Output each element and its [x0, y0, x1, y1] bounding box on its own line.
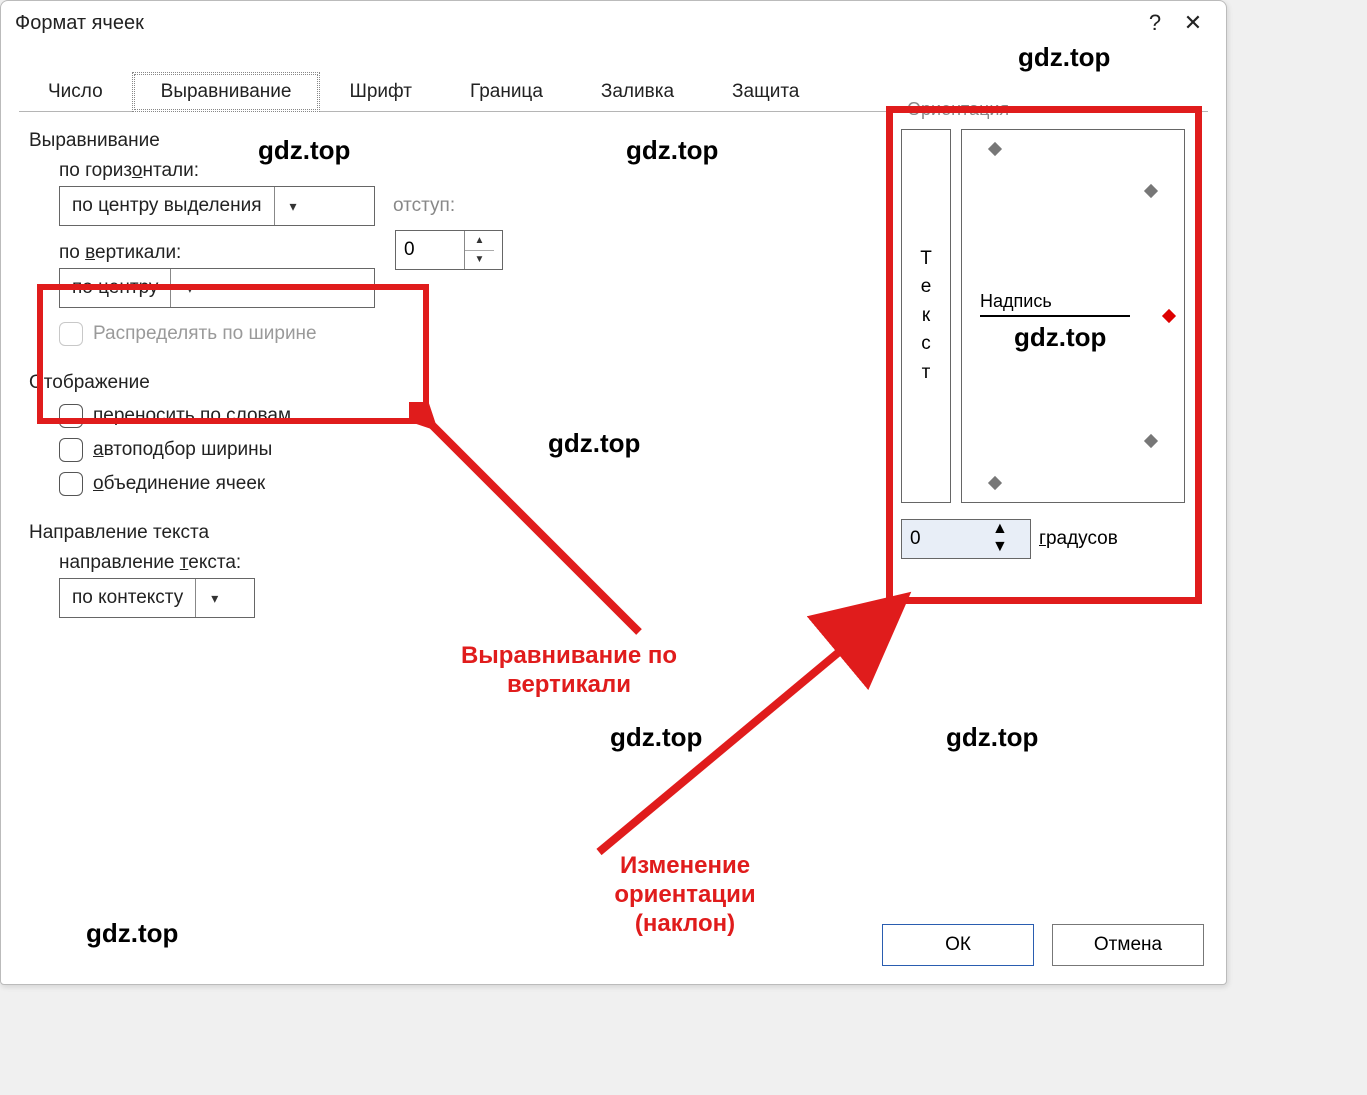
cancel-button[interactable]: Отмена — [1052, 924, 1204, 966]
format-cells-dialog: Формат ячеек ? ✕ Число Выравнивание Шриф… — [0, 0, 1227, 985]
dial-label: Надпись — [980, 291, 1052, 312]
merge-checkbox[interactable] — [59, 472, 83, 496]
help-icon[interactable]: ? — [1136, 10, 1174, 36]
orientation-inner: Т е к с т Надпись — [889, 113, 1197, 513]
arrow-to-orientation-box — [579, 582, 919, 872]
orientation-dial[interactable]: Надпись — [961, 129, 1185, 503]
indent-input[interactable] — [396, 231, 464, 269]
vtext-k: к — [922, 302, 930, 331]
shrink-label: автоподбор ширины — [93, 439, 272, 461]
orientation-group-label: Ориентация — [901, 99, 1015, 120]
tab-number[interactable]: Число — [19, 72, 132, 112]
alignment-panel: Выравнивание по горизонтали: по центру в… — [19, 111, 1208, 953]
degrees-spin-down[interactable]: ▼ — [992, 538, 1008, 556]
vtext-t: Т — [920, 245, 932, 274]
degrees-spin-buttons: ▲ ▼ — [992, 520, 1008, 558]
indent-spin-up[interactable]: ▲ — [465, 231, 494, 251]
vertical-select[interactable]: по центру ▾ — [59, 268, 375, 308]
vertical-select-value: по центру — [60, 277, 170, 299]
vtext-t2: т — [922, 359, 931, 388]
titlebar: Формат ячеек ? ✕ — [1, 1, 1226, 45]
horizontal-select[interactable]: по центру выделения ▾ — [59, 186, 375, 226]
tab-protection[interactable]: Защита — [703, 72, 828, 112]
shrink-checkbox[interactable] — [59, 438, 83, 462]
dial-tick-icon — [1144, 184, 1158, 198]
indent-spinner[interactable]: ▲ ▼ — [395, 230, 503, 270]
wrap-label: переносить по словам — [93, 405, 291, 427]
horizontal-select-value: по центру выделения — [60, 195, 274, 217]
indent-spin-down[interactable]: ▼ — [465, 251, 494, 270]
close-icon[interactable]: ✕ — [1174, 10, 1212, 36]
degrees-input[interactable] — [902, 520, 992, 558]
dial-tick-icon — [1144, 434, 1158, 448]
vtext-s: с — [921, 330, 931, 359]
annotation-vertical-alignment: Выравнивание повертикали — [429, 642, 709, 700]
vertical-text-button[interactable]: Т е к с т — [901, 129, 951, 503]
tab-strip: Число Выравнивание Шрифт Граница Заливка… — [1, 71, 1226, 111]
tab-font[interactable]: Шрифт — [320, 72, 441, 112]
tab-alignment[interactable]: Выравнивание — [132, 72, 321, 112]
ok-button[interactable]: ОК — [882, 924, 1034, 966]
dial-line — [980, 315, 1130, 317]
wrap-checkbox[interactable] — [59, 404, 83, 428]
degrees-spin-up[interactable]: ▲ — [992, 520, 1008, 538]
button-row: ОК Отмена — [882, 924, 1204, 966]
distribute-checkbox — [59, 322, 83, 346]
indent-spin-buttons: ▲ ▼ — [464, 231, 494, 269]
degrees-label: градусов — [1039, 528, 1118, 550]
degrees-spinner[interactable]: ▲ ▼ — [901, 519, 1031, 559]
annotation-orientation-change: Изменениеориентации(наклон) — [575, 852, 795, 938]
orientation-group: Ориентация Т е к с т Надпись — [888, 112, 1198, 602]
chevron-down-icon: ▾ — [274, 187, 312, 225]
merge-label: объединение ячеек — [93, 473, 265, 495]
vtext-e: е — [921, 273, 932, 302]
chevron-down-icon: ▾ — [195, 579, 233, 617]
tab-border[interactable]: Граница — [441, 72, 572, 112]
dialog-title: Формат ячеек — [15, 12, 1136, 35]
indent-label: отступ: — [393, 195, 455, 217]
chevron-down-icon: ▾ — [170, 269, 208, 307]
dial-tick-icon — [988, 142, 1002, 156]
direction-select[interactable]: по контексту ▾ — [59, 578, 255, 618]
direction-select-value: по контексту — [60, 587, 195, 609]
tab-fill[interactable]: Заливка — [572, 72, 703, 112]
dial-tick-icon — [988, 476, 1002, 490]
distribute-label: Распределять по ширине — [93, 323, 317, 345]
dial-handle-icon[interactable] — [1162, 309, 1176, 323]
degrees-row: ▲ ▼ градусов — [889, 519, 1197, 559]
